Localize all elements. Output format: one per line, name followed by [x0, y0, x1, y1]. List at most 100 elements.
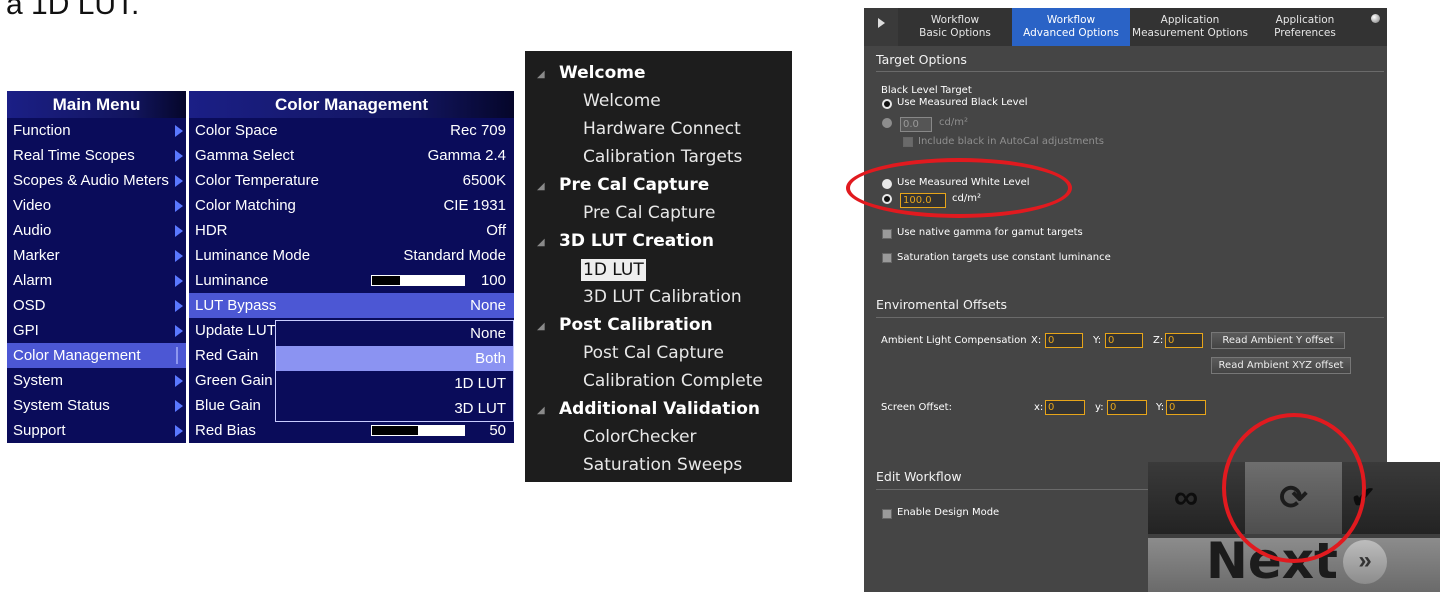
dropdown-option[interactable]: Both [276, 346, 513, 371]
tree-item[interactable]: ColorChecker [583, 427, 697, 447]
tree-group-header[interactable]: ◢ Welcome [537, 63, 646, 83]
color-setting-row[interactable]: Color Space Rec 709 [189, 118, 514, 143]
color-management-title: Color Management [189, 91, 514, 118]
lut-bypass-dropdown[interactable]: None Both 1D LUT 3D LUT [275, 320, 514, 422]
tree-item[interactable]: 1D LUT [581, 259, 646, 281]
design-mode-checkbox[interactable] [882, 509, 892, 519]
collapse-caret-icon[interactable]: ◢ [537, 237, 545, 248]
black-unit-label: cd/m² [939, 117, 968, 128]
main-menu-item[interactable]: GPI [7, 318, 186, 343]
menu-item-label: OSD [13, 297, 46, 314]
main-menu-item[interactable]: Scopes & Audio Meters [7, 168, 186, 193]
black-level-input[interactable]: 0.0 [900, 117, 932, 132]
collapse-caret-icon[interactable]: ◢ [537, 321, 545, 332]
saturation-targets-checkbox[interactable] [882, 253, 892, 263]
collapse-caret-icon[interactable]: ◢ [537, 69, 545, 80]
color-setting-row[interactable]: Gamma Select Gamma 2.4 [189, 143, 514, 168]
main-menu-item[interactable]: System Status [7, 393, 186, 418]
sync-button[interactable]: ⟳ [1245, 462, 1342, 534]
tree-item[interactable]: Hardware Connect [583, 119, 741, 139]
setting-label: Red Gain [195, 347, 259, 364]
confirm-button[interactable]: ✔ [1344, 462, 1440, 534]
tree-item[interactable]: Pre Cal Capture [583, 203, 715, 223]
collapse-caret-icon[interactable]: ◢ [537, 181, 545, 192]
custom-black-radio[interactable] [882, 118, 892, 128]
color-setting-row[interactable]: Luminance Mode Standard Mode [189, 243, 514, 268]
white-level-input[interactable]: 100.0 [900, 193, 946, 208]
submenu-arrow-icon [175, 425, 183, 437]
tree-item[interactable]: Welcome [583, 91, 661, 111]
divider [876, 489, 1156, 490]
main-menu-item[interactable]: Color Management [7, 343, 186, 368]
next-button[interactable]: Next » [1148, 532, 1440, 592]
main-menu-item[interactable]: Alarm [7, 268, 186, 293]
tab-label: Workflow [1046, 14, 1096, 26]
main-menu-item[interactable]: Video [7, 193, 186, 218]
tree-item[interactable]: Post Cal Capture [583, 343, 724, 363]
collapse-caret-icon[interactable]: ◢ [537, 405, 545, 416]
tree-item[interactable]: 3D LUT Calibration [583, 287, 742, 307]
screen-x-input[interactable]: 0 [1045, 400, 1085, 415]
submenu-arrow-icon [175, 125, 183, 137]
ambient-z-input[interactable]: 0 [1165, 333, 1203, 348]
read-ambient-xyz-button[interactable]: Read Ambient XYZ offset [1211, 357, 1351, 374]
screen-y-input[interactable]: 0 [1107, 400, 1147, 415]
toolbar-zoom: ∞ ⟳ ✔ Next » [1148, 462, 1440, 592]
edit-workflow-heading: Edit Workflow [876, 469, 962, 484]
setting-label: Red Bias [195, 422, 256, 439]
include-black-checkbox[interactable] [903, 137, 913, 147]
tree-group-header[interactable]: ◢ Pre Cal Capture [537, 175, 710, 195]
tab-application-preferences[interactable]: Application Preferences [1250, 8, 1360, 46]
submenu-arrow-icon [175, 375, 183, 387]
measured-white-label: Use Measured White Level [897, 177, 1030, 188]
tree-group-header[interactable]: ◢ Additional Validation [537, 399, 760, 419]
main-menu-item[interactable]: Real Time Scopes [7, 143, 186, 168]
setting-value: 6500K [462, 172, 506, 189]
read-ambient-y-button[interactable]: Read Ambient Y offset [1211, 332, 1345, 349]
environmental-offsets-heading: Enviromental Offsets [876, 297, 1008, 312]
setting-label: Gamma Select [195, 147, 295, 164]
tab-workflow-advanced[interactable]: Workflow Advanced Options [1012, 8, 1130, 46]
measured-white-radio[interactable] [882, 179, 892, 189]
design-mode-label: Enable Design Mode [897, 507, 1000, 518]
tab-label: Application [1160, 14, 1220, 26]
ambient-x-input[interactable]: 0 [1045, 333, 1083, 348]
expand-arrow-icon[interactable] [864, 8, 898, 46]
dropdown-option[interactable]: 1D LUT [276, 371, 513, 396]
screen-Y-input[interactable]: 0 [1166, 400, 1206, 415]
color-setting-row[interactable]: Color Matching CIE 1931 [189, 193, 514, 218]
color-setting-row[interactable]: LUT Bypass None [189, 293, 514, 318]
native-gamma-checkbox[interactable] [882, 229, 892, 239]
white-unit-label: cd/m² [952, 193, 981, 204]
measured-black-radio[interactable] [882, 99, 892, 109]
main-menu-item[interactable]: Function [7, 118, 186, 143]
color-setting-row[interactable]: HDR Off [189, 218, 514, 243]
loop-button[interactable]: ∞ [1148, 462, 1243, 534]
menu-item-label: Support [13, 422, 66, 439]
main-menu-item[interactable]: Marker [7, 243, 186, 268]
color-setting-row[interactable]: Color Temperature 6500K [189, 168, 514, 193]
level-slider[interactable] [371, 275, 465, 286]
ambient-y-input[interactable]: 0 [1105, 333, 1143, 348]
color-setting-row[interactable]: Luminance 100 [189, 268, 514, 293]
group-title: Pre Cal Capture [559, 175, 710, 195]
tree-group-header[interactable]: ◢ 3D LUT Creation [537, 231, 714, 251]
main-menu-item[interactable]: OSD [7, 293, 186, 318]
screen-Y-label: Y: [1156, 402, 1165, 413]
tab-workflow-basic[interactable]: Workflow Basic Options [900, 8, 1010, 46]
dropdown-option[interactable]: 3D LUT [276, 396, 513, 421]
main-menu-item[interactable]: Support [7, 418, 186, 443]
custom-white-radio[interactable] [882, 194, 892, 204]
main-menu-item[interactable]: System [7, 368, 186, 393]
dropdown-option[interactable]: None [276, 321, 513, 346]
tree-item[interactable]: Calibration Targets [583, 147, 742, 167]
checkmark-icon: ✔ [1350, 481, 1376, 515]
tree-item[interactable]: Saturation Sweeps [583, 455, 742, 475]
options-dot-icon[interactable] [1364, 8, 1387, 46]
tree-item[interactable]: Calibration Complete [583, 371, 763, 391]
level-slider[interactable] [371, 425, 465, 436]
tree-group-header[interactable]: ◢ Post Calibration [537, 315, 713, 335]
main-menu-item[interactable]: Audio [7, 218, 186, 243]
setting-value: Off [486, 222, 506, 239]
tab-application-measurement[interactable]: Application Measurement Options [1132, 8, 1248, 46]
